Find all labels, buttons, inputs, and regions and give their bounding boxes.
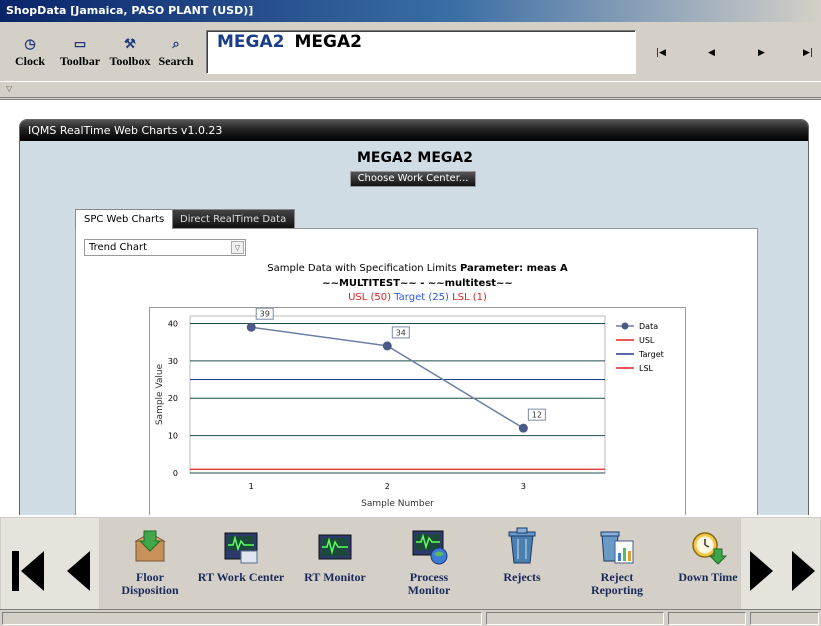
legend-label: USL bbox=[639, 336, 655, 345]
status-cell-4 bbox=[750, 612, 819, 625]
legend-label: LSL bbox=[639, 364, 654, 373]
x-axis-label: Sample Number bbox=[361, 499, 434, 509]
tab-spc-web-charts[interactable]: SPC Web Charts bbox=[75, 209, 174, 229]
work-center-name: MEGA2 bbox=[294, 32, 362, 52]
status-bar bbox=[0, 609, 821, 626]
chart-subcaption: ~~MULTITEST~~ - ~~multitest~~ bbox=[322, 278, 513, 289]
next-record-button[interactable]: ▶ bbox=[758, 48, 765, 58]
panel-title: IQMS RealTime Web Charts v1.0.23 bbox=[20, 120, 808, 141]
data-label: 34 bbox=[396, 328, 406, 337]
process-monitor-label-1: Process bbox=[409, 570, 449, 584]
search-button[interactable]: ⌕ Search bbox=[152, 34, 200, 69]
data-label: 39 bbox=[260, 310, 270, 319]
x-tick-label: 1 bbox=[249, 482, 254, 491]
rejects-button[interactable]: Rejects bbox=[492, 527, 552, 584]
toolbar-button[interactable]: ▭ Toolbar bbox=[56, 34, 104, 69]
status-cell-main bbox=[2, 612, 482, 625]
scroll-right-button[interactable] bbox=[740, 517, 821, 611]
chevron-down-icon[interactable]: ▽ bbox=[231, 241, 244, 254]
floor-disposition-button[interactable]: Floor Disposition bbox=[110, 527, 190, 597]
process-monitor-button[interactable]: Process Monitor bbox=[394, 527, 464, 597]
plot-area bbox=[189, 315, 606, 474]
toolbar-label: Toolbar bbox=[59, 54, 101, 68]
caption-prefix: Sample Data with Specification Limits bbox=[267, 263, 460, 274]
floor-disposition-label-2: Disposition bbox=[121, 583, 179, 597]
data-label: 12 bbox=[532, 411, 542, 420]
y-tick-label: 10 bbox=[168, 432, 178, 441]
status-cell-3 bbox=[668, 612, 746, 625]
bottom-launcher-bar: Floor Disposition RT Work Center RT Moni… bbox=[0, 515, 821, 611]
down-time-label: Down Time bbox=[678, 570, 738, 584]
work-center-code: MEGA2 bbox=[217, 32, 285, 52]
rt-monitor-icon bbox=[318, 534, 352, 560]
data-point bbox=[382, 341, 392, 351]
process-monitor-icon bbox=[412, 530, 448, 565]
collapse-arrow-icon[interactable]: ▽ bbox=[6, 84, 12, 93]
trend-chart: 0 10 20 30 40 1 2 3 Sample Number Sample Value 39 3… bbox=[149, 307, 686, 515]
rejects-icon bbox=[508, 527, 536, 564]
legend-label: Target bbox=[638, 350, 664, 359]
scroll-left-button[interactable] bbox=[0, 517, 100, 611]
y-tick-label: 20 bbox=[168, 394, 178, 403]
lsl-caption: LSL (1) bbox=[452, 292, 487, 303]
data-point bbox=[246, 322, 256, 332]
target-caption: Target (25) bbox=[394, 292, 449, 303]
floor-disposition-label-1: Floor bbox=[136, 570, 164, 584]
clock-icon: ◷ bbox=[24, 36, 36, 51]
window-title: ShopData [Jamaica, PASO PLANT (USD)] bbox=[0, 0, 821, 22]
clock-label: Clock bbox=[15, 54, 45, 68]
tab-page: Trend Chart ▽ Sample Data with Specifica… bbox=[75, 228, 758, 515]
process-monitor-label-2: Monitor bbox=[407, 583, 451, 597]
tab-direct-realtime-data[interactable]: Direct RealTime Data bbox=[171, 209, 296, 228]
usl-caption: USL (50) bbox=[348, 292, 392, 303]
down-time-button[interactable]: Down Time bbox=[676, 527, 740, 584]
collapse-strip[interactable]: ▽ bbox=[0, 81, 821, 98]
floor-disposition-icon bbox=[134, 530, 166, 562]
rt-work-center-icon bbox=[224, 532, 258, 564]
x-tick-label: 2 bbox=[385, 482, 390, 491]
chart-type-value: Trend Chart bbox=[89, 242, 148, 253]
status-cell-2 bbox=[486, 612, 664, 625]
rt-work-center-label: RT Work Center bbox=[197, 570, 285, 584]
reject-reporting-button[interactable]: Reject Reporting bbox=[582, 527, 652, 597]
work-center-display: MEGA2 MEGA2 bbox=[206, 30, 636, 74]
toolbar-icon: ▭ bbox=[73, 36, 87, 51]
prev-record-button[interactable]: ◀ bbox=[708, 48, 715, 58]
trend-chart-svg: 0102030401 2 3Sample NumberSample Value393… bbox=[155, 307, 664, 509]
y-axis-label: Sample Value bbox=[155, 363, 165, 425]
toolbox-label: Toolbox bbox=[109, 54, 151, 68]
caption-parameter: Parameter: meas A bbox=[459, 263, 568, 274]
y-tick-label: 30 bbox=[168, 357, 178, 366]
y-tick-label: 0 bbox=[173, 469, 178, 478]
charts-panel: IQMS RealTime Web Charts v1.0.23 MEGA2 M… bbox=[19, 119, 809, 515]
legend-label: Data bbox=[639, 322, 658, 331]
y-tick-label: 40 bbox=[168, 319, 178, 328]
down-time-icon bbox=[692, 532, 728, 565]
bar-icon bbox=[12, 551, 19, 591]
web-content: IQMS RealTime Web Charts v1.0.23 MEGA2 M… bbox=[0, 99, 821, 515]
data-point bbox=[518, 423, 528, 433]
choose-work-center-button[interactable]: Choose Work Center... bbox=[350, 171, 476, 187]
reject-reporting-label-1: Reject bbox=[600, 570, 634, 584]
legend-marker bbox=[621, 322, 629, 330]
chart-caption: Sample Data with Specification Limits Pa… bbox=[76, 263, 759, 274]
x-tick-label: 3 bbox=[521, 482, 526, 491]
toolbox-button[interactable]: ⚒ Toolbox bbox=[106, 34, 154, 69]
clock-button[interactable]: ◷ Clock bbox=[6, 34, 54, 69]
reject-reporting-icon bbox=[600, 531, 634, 564]
toolbox-icon: ⚒ bbox=[124, 36, 136, 51]
reject-reporting-label-2: Reporting bbox=[591, 583, 643, 597]
spec-limits-caption: USL (50) Target (25) LSL (1) bbox=[76, 292, 759, 303]
work-center-heading: MEGA2 MEGA2 bbox=[357, 150, 473, 166]
rt-work-center-button[interactable]: RT Work Center bbox=[196, 527, 286, 584]
binoculars-icon: ⌕ bbox=[172, 36, 180, 51]
rt-monitor-button[interactable]: RT Monitor bbox=[300, 527, 370, 584]
first-record-button[interactable]: |◀ bbox=[656, 48, 666, 58]
rt-monitor-label: RT Monitor bbox=[304, 570, 366, 584]
chart-type-select[interactable]: Trend Chart ▽ bbox=[84, 239, 246, 256]
search-label: Search bbox=[158, 54, 194, 68]
toolbar: ◷ Clock ▭ Toolbar ⚒ Toolbox ⌕ Search MEG… bbox=[0, 22, 821, 80]
last-record-button[interactable]: ▶| bbox=[803, 48, 813, 58]
rejects-label: Rejects bbox=[503, 570, 541, 584]
